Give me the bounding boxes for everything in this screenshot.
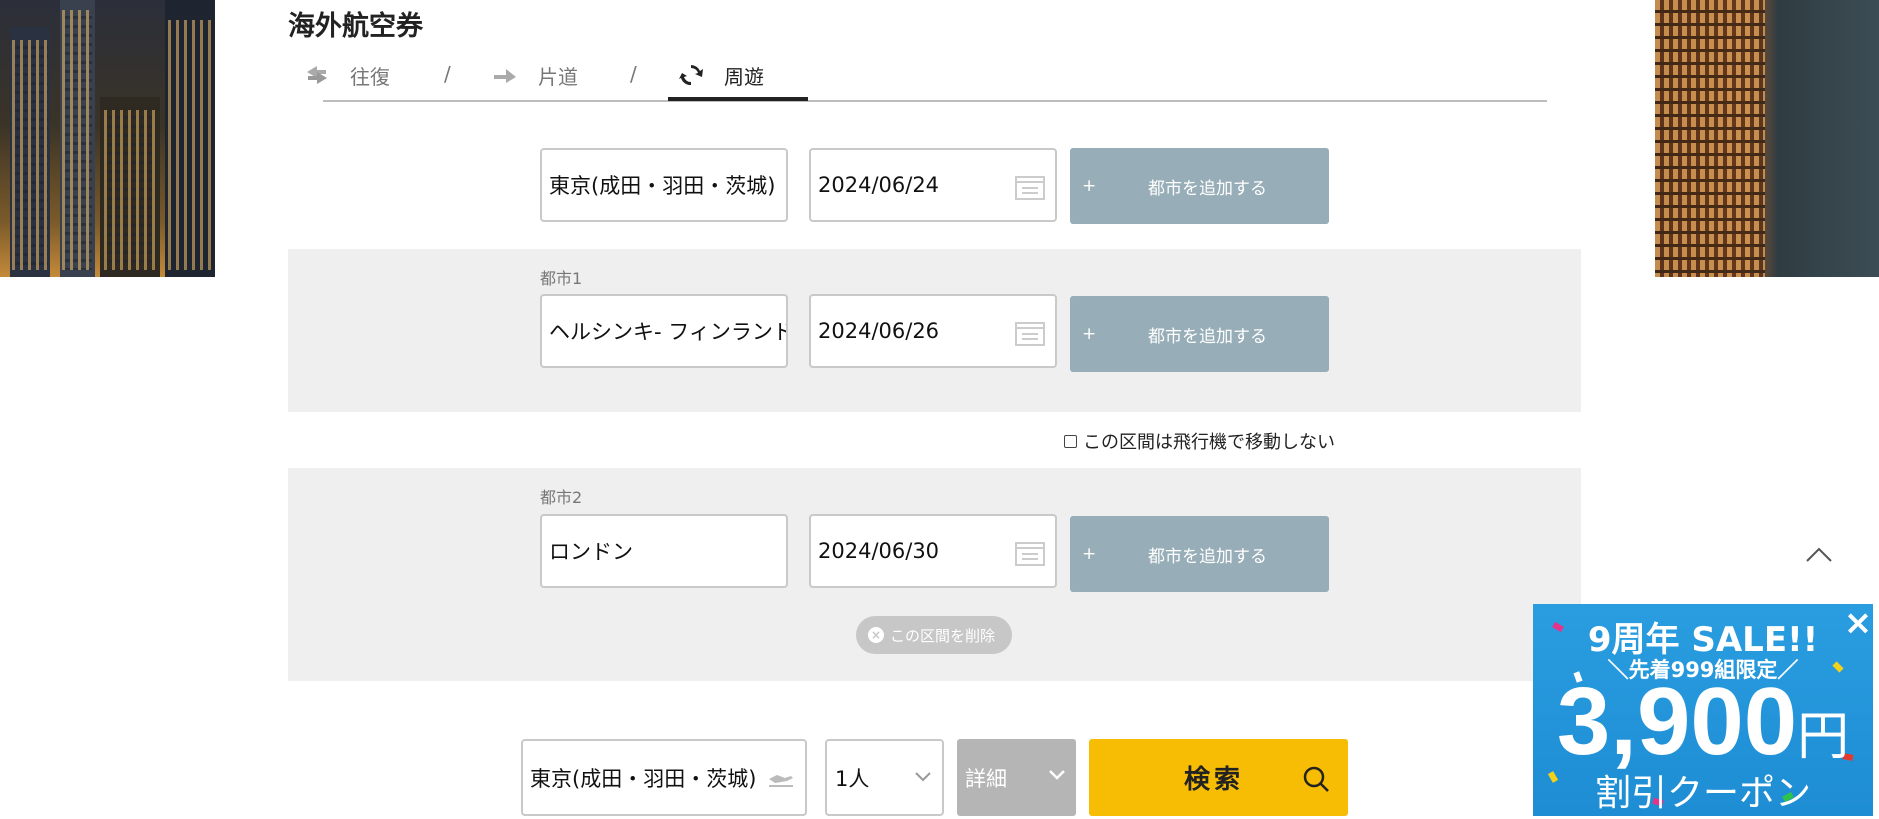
calendar-icon bbox=[1015, 322, 1045, 346]
page-title: 海外航空券 bbox=[288, 11, 423, 42]
promo-close-icon[interactable]: × bbox=[1843, 606, 1873, 640]
no-flight-checkbox[interactable] bbox=[1064, 434, 1077, 448]
search-button[interactable]: 検索 bbox=[1089, 739, 1348, 816]
origin-date-field[interactable]: 2024/06/24 bbox=[809, 148, 1057, 222]
city1-date-value: 2024/06/26 bbox=[818, 319, 940, 343]
plus-icon: + bbox=[1082, 176, 1097, 196]
search-label: 検索 bbox=[1184, 765, 1245, 795]
add-city-label: 都市を追加する bbox=[1148, 178, 1267, 199]
city2-date-value: 2024/06/30 bbox=[818, 539, 940, 563]
city2-city-field[interactable]: ロンドン bbox=[540, 514, 788, 588]
city1-city-value: ヘルシンキ- フィンランド bbox=[549, 320, 788, 344]
active-tab-indicator bbox=[668, 97, 808, 101]
search-icon bbox=[1303, 766, 1329, 792]
tabs-divider bbox=[323, 100, 1547, 102]
passengers-select[interactable]: 1人 bbox=[825, 739, 944, 816]
scroll-to-top-icon[interactable] bbox=[1804, 543, 1834, 567]
close-icon: × bbox=[868, 627, 884, 643]
tab-label: 周遊 bbox=[724, 64, 764, 89]
airplane-landing-icon bbox=[769, 775, 793, 787]
return-city-value: 東京(成田・羽田・茨城) bbox=[530, 766, 757, 791]
city2-label: 都市2 bbox=[540, 488, 583, 507]
promo-amount-unit: 円 bbox=[1797, 708, 1850, 766]
detail-button[interactable]: 詳細 bbox=[957, 739, 1076, 816]
origin-city-field[interactable]: 東京(成田・羽田・茨城) bbox=[540, 148, 788, 222]
city-background-right bbox=[1655, 0, 1879, 277]
trip-type-tabs: 往復 / 片道 / 周遊 bbox=[300, 48, 1560, 104]
chevron-down-icon bbox=[1049, 770, 1065, 780]
city1-city-field[interactable]: ヘルシンキ- フィンランド bbox=[540, 294, 788, 368]
promo-coupon: 割引クーポン bbox=[1594, 773, 1811, 814]
chevron-down-icon bbox=[915, 772, 931, 782]
no-flight-checkbox-row[interactable]: この区間は飛行機で移動しない bbox=[1064, 428, 1335, 454]
calendar-icon bbox=[1015, 176, 1045, 200]
passengers-value: 1人 bbox=[835, 766, 870, 791]
city1-label: 都市1 bbox=[540, 269, 583, 288]
add-city-button[interactable]: + 都市を追加する bbox=[1070, 516, 1329, 592]
city1-date-field[interactable]: 2024/06/26 bbox=[809, 294, 1057, 368]
no-flight-label: この区間は飛行機で移動しない bbox=[1083, 432, 1335, 453]
promo-banner[interactable]: 9周年 SALE!! ＼先着999組限定／ 3,900円 割引クーポン bbox=[1533, 604, 1873, 816]
tab-separator: / bbox=[444, 62, 451, 86]
tab-separator: / bbox=[630, 62, 637, 86]
tab-multi-city[interactable]: 周遊 bbox=[678, 48, 764, 102]
plus-icon: + bbox=[1082, 324, 1097, 344]
city2-date-field[interactable]: 2024/06/30 bbox=[809, 514, 1057, 588]
return-city-field[interactable]: 東京(成田・羽田・茨城) bbox=[521, 739, 807, 816]
tab-one-way[interactable]: 片道 bbox=[492, 48, 578, 102]
add-city-button[interactable]: + 都市を追加する bbox=[1070, 148, 1329, 224]
tab-label: 片道 bbox=[538, 64, 578, 89]
city2-city-value: ロンドン bbox=[549, 540, 633, 564]
delete-segment-button[interactable]: × この区間を削除 bbox=[856, 616, 1012, 654]
add-city-button[interactable]: + 都市を追加する bbox=[1070, 296, 1329, 372]
add-city-label: 都市を追加する bbox=[1148, 326, 1267, 347]
round-trip-icon bbox=[304, 62, 330, 88]
tab-round-trip[interactable]: 往復 bbox=[304, 48, 390, 102]
delete-segment-label: この区間を削除 bbox=[890, 626, 996, 645]
add-city-label: 都市を追加する bbox=[1148, 546, 1267, 567]
promo-amount-value: 3,900 bbox=[1556, 668, 1798, 775]
origin-city-value: 東京(成田・羽田・茨城) bbox=[549, 174, 776, 198]
multi-city-icon bbox=[678, 62, 704, 88]
origin-date-value: 2024/06/24 bbox=[818, 173, 940, 197]
one-way-icon bbox=[492, 62, 518, 88]
calendar-icon bbox=[1015, 542, 1045, 566]
tab-label: 往復 bbox=[350, 64, 390, 89]
detail-label: 詳細 bbox=[965, 766, 1007, 791]
city-background-left bbox=[0, 0, 215, 277]
plus-icon: + bbox=[1082, 544, 1097, 564]
